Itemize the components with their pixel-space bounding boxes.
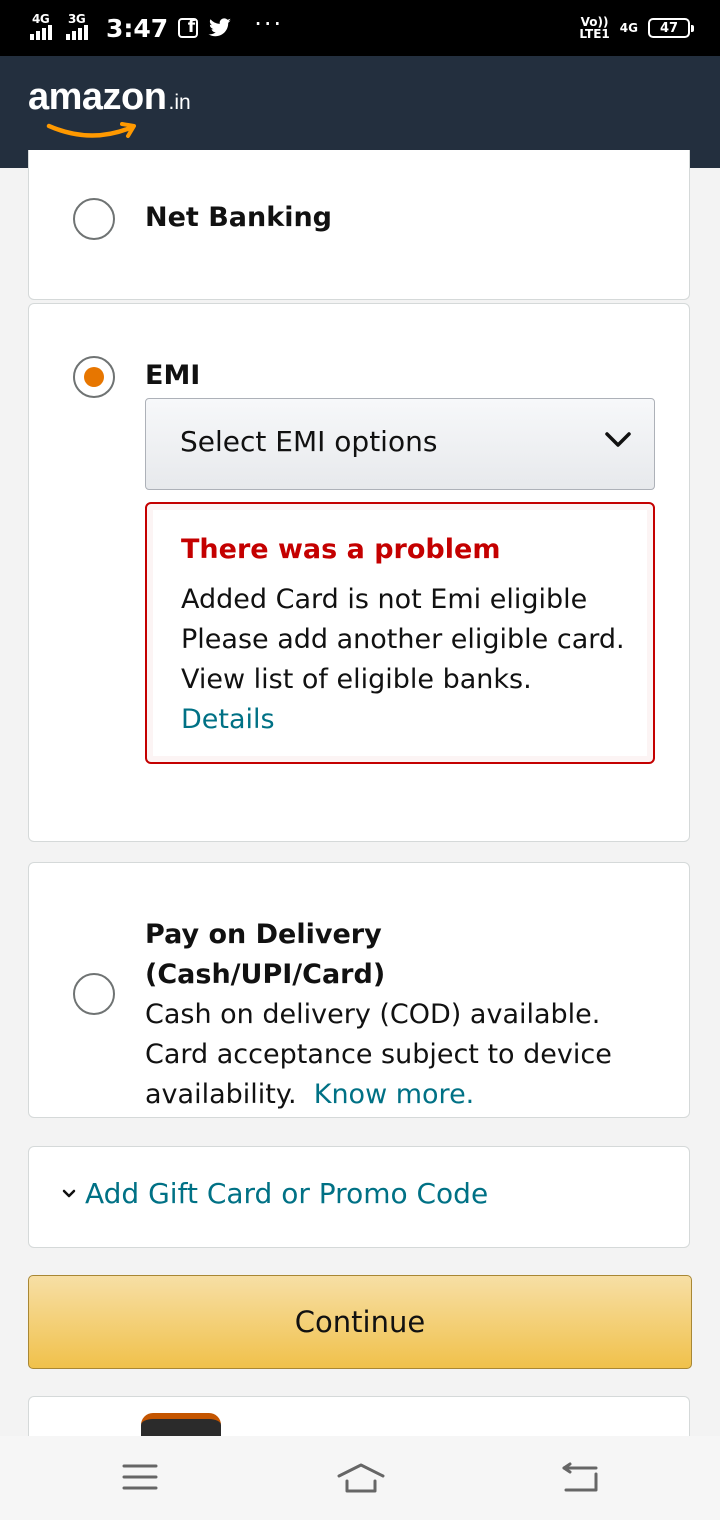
network-4g-icon: 4G [619, 21, 638, 35]
menu-icon[interactable] [122, 1462, 158, 1492]
logo-text: amazon [28, 76, 167, 118]
emi-radio[interactable] [73, 356, 115, 398]
overflow-dots-icon: ··· [254, 10, 284, 38]
emi-options-select[interactable]: Select EMI options [145, 398, 655, 490]
chevron-down-icon [605, 432, 631, 447]
net-banking-option[interactable]: Net Banking [28, 150, 690, 300]
add-gift-card-label: Add Gift Card or Promo Code [85, 1177, 489, 1210]
volte-icon: Vo)) LTE1 [579, 16, 609, 40]
emi-select-value: Select EMI options [180, 425, 438, 458]
status-right: Vo)) LTE1 4G 47 [579, 12, 694, 44]
error-body: Added Card is not Emi eligible Please ad… [181, 580, 631, 740]
home-icon[interactable] [336, 1462, 386, 1494]
battery-level: 47 [659, 20, 679, 36]
error-line-1: Added Card is not Emi eligible [181, 584, 588, 615]
signal-3g-icon: 3G [66, 12, 92, 42]
status-time: 3:47 [106, 13, 169, 43]
status-left: 4G 3G 3:47 f ··· [30, 10, 283, 46]
emi-label: EMI [145, 360, 201, 391]
lte-label: LTE1 [579, 27, 610, 41]
know-more-link[interactable]: Know more. [314, 1079, 475, 1110]
amazon-smile-icon [46, 122, 136, 138]
pay-on-delivery-content: Pay on Delivery (Cash/UPI/Card) Cash on … [145, 915, 625, 1115]
status-bar: 4G 3G 3:47 f ··· Vo)) LTE1 4G 47 [0, 0, 720, 56]
pay-on-delivery-radio[interactable] [73, 973, 115, 1015]
system-nav-bar [0, 1436, 720, 1520]
pay-on-delivery-option[interactable]: Pay on Delivery (Cash/UPI/Card) Cash on … [28, 862, 690, 1118]
error-line-2: Please add another eligible card. View l… [181, 624, 625, 695]
net-banking-radio[interactable] [73, 198, 115, 240]
pay-on-delivery-title: Pay on Delivery (Cash/UPI/Card) [145, 919, 386, 990]
pay-on-delivery-description: Cash on delivery (COD) available. Card a… [145, 995, 625, 1115]
add-gift-card-link[interactable]: Add Gift Card or Promo Code [61, 1177, 488, 1210]
continue-button[interactable]: Continue [28, 1275, 692, 1369]
amazon-logo[interactable]: amazon.in [28, 76, 191, 138]
twitter-icon [208, 18, 232, 38]
signal-4g-icon: 4G [30, 12, 56, 42]
signal-4g-label: 4G [32, 12, 50, 26]
logo-tld: .in [168, 91, 191, 114]
emi-option[interactable]: EMI Select EMI options There was a probl… [28, 303, 690, 842]
facebook-icon: f [178, 18, 199, 38]
back-icon[interactable] [560, 1462, 600, 1494]
chevron-down-small-icon [62, 1189, 76, 1197]
emi-error-alert: There was a problem Added Card is not Em… [145, 502, 655, 764]
error-details-link[interactable]: Details [181, 700, 631, 740]
net-banking-label: Net Banking [145, 202, 332, 233]
signal-3g-label: 3G [68, 12, 86, 26]
error-title: There was a problem [181, 534, 501, 565]
gift-card-section: Add Gift Card or Promo Code [28, 1146, 690, 1248]
battery-icon: 47 [648, 18, 694, 38]
